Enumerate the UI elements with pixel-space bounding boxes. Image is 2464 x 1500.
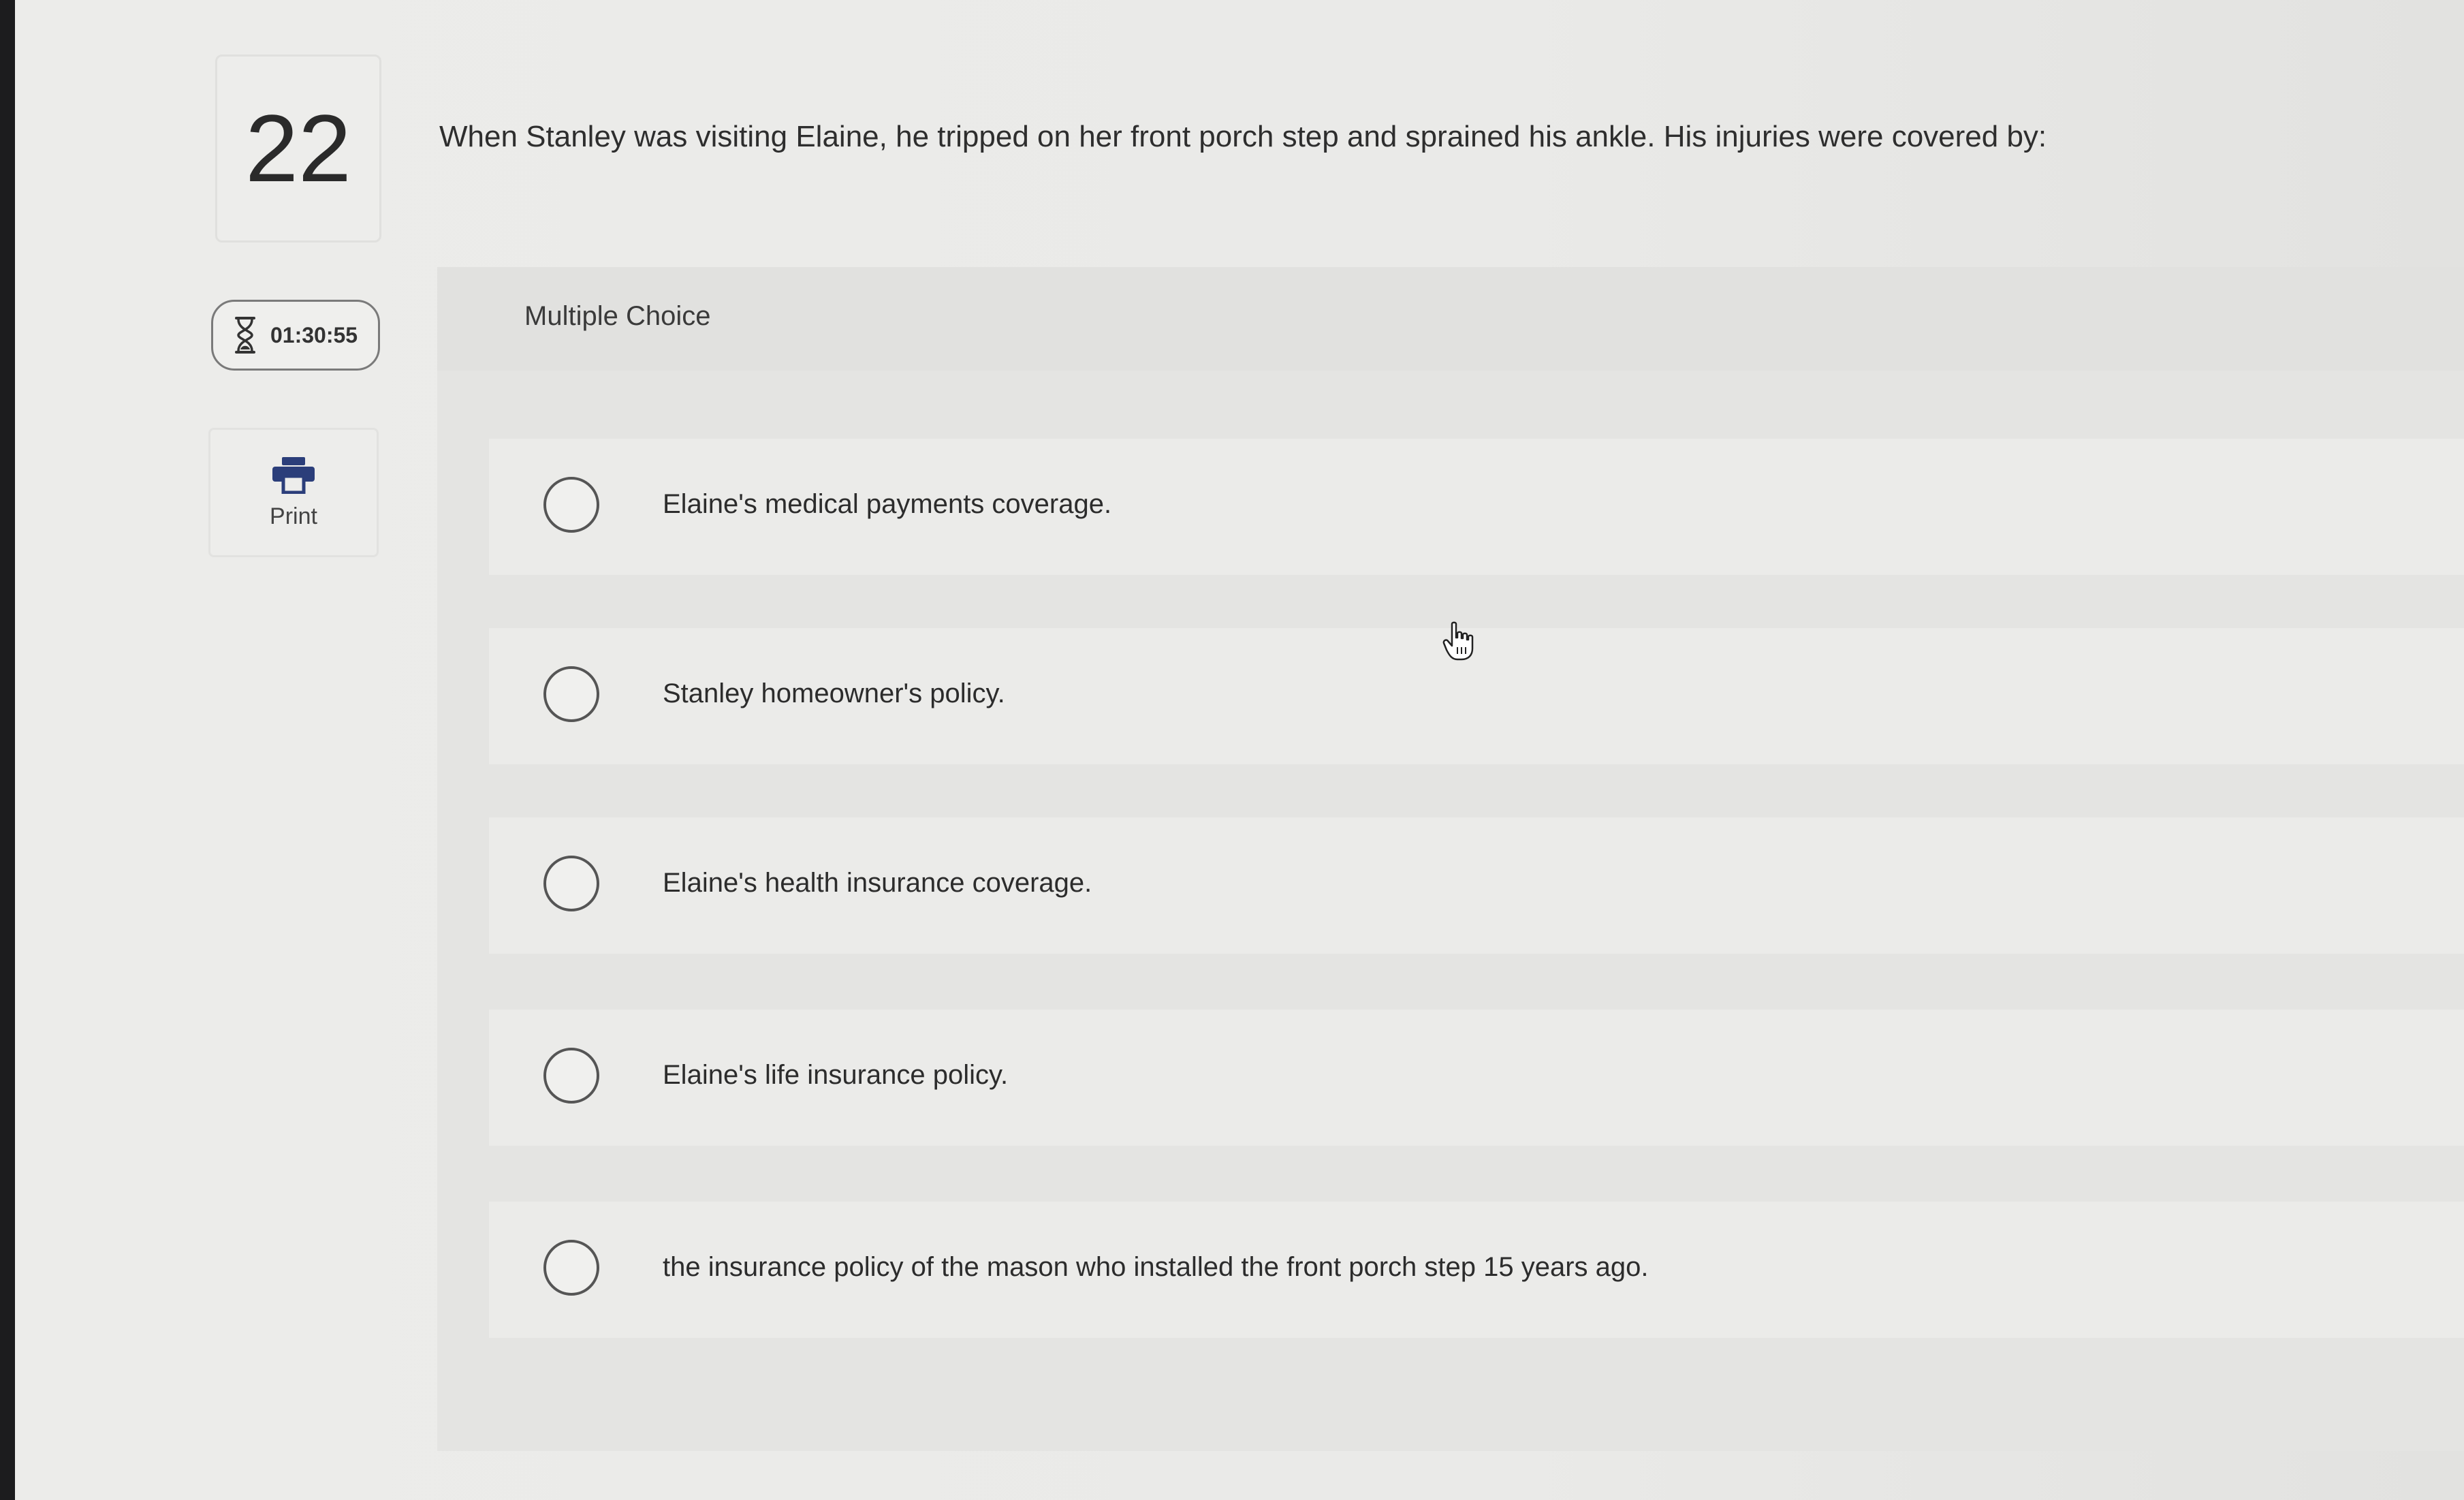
answer-option-label: the insurance policy of the mason who in… [663,1252,1649,1282]
hourglass-icon [235,317,255,354]
question-number-box: 22 [215,54,381,243]
print-label: Print [270,503,317,529]
answer-panel: Multiple Choice Elaine's medical payment… [437,267,2464,1451]
answer-option[interactable]: the insurance policy of the mason who in… [489,1202,2464,1338]
answer-option-label: Elaine's health insurance coverage. [663,868,1092,898]
screen-bezel [0,0,15,1500]
timer-value: 01:30:55 [270,322,358,347]
radio-button[interactable] [543,1240,599,1296]
printer-icon [272,457,315,494]
hand-pointer-icon [1442,621,1474,661]
answer-option[interactable]: Elaine's life insurance policy. [489,1010,2464,1146]
answer-option-label: Elaine's life insurance policy. [663,1060,1009,1090]
timer-badge[interactable]: 01:30:55 [211,300,380,371]
radio-button[interactable] [543,856,599,911]
answer-option-label: Elaine's medical payments coverage. [663,489,1112,519]
answer-panel-header: Multiple Choice [437,267,2464,371]
question-text: When Stanley was visiting Elaine, he tri… [439,120,2047,153]
question-number: 22 [245,95,351,202]
answer-option[interactable]: Stanley homeowner's policy. [489,628,2464,764]
answer-option-label: Stanley homeowner's policy. [663,678,1005,708]
answer-option[interactable]: Elaine's medical payments coverage. [489,439,2464,575]
print-button[interactable]: Print [208,428,379,557]
radio-button[interactable] [543,666,599,722]
question-type-label: Multiple Choice [524,301,711,331]
answer-option[interactable]: Elaine's health insurance coverage. [489,817,2464,954]
radio-button[interactable] [543,477,599,533]
radio-button[interactable] [543,1048,599,1104]
